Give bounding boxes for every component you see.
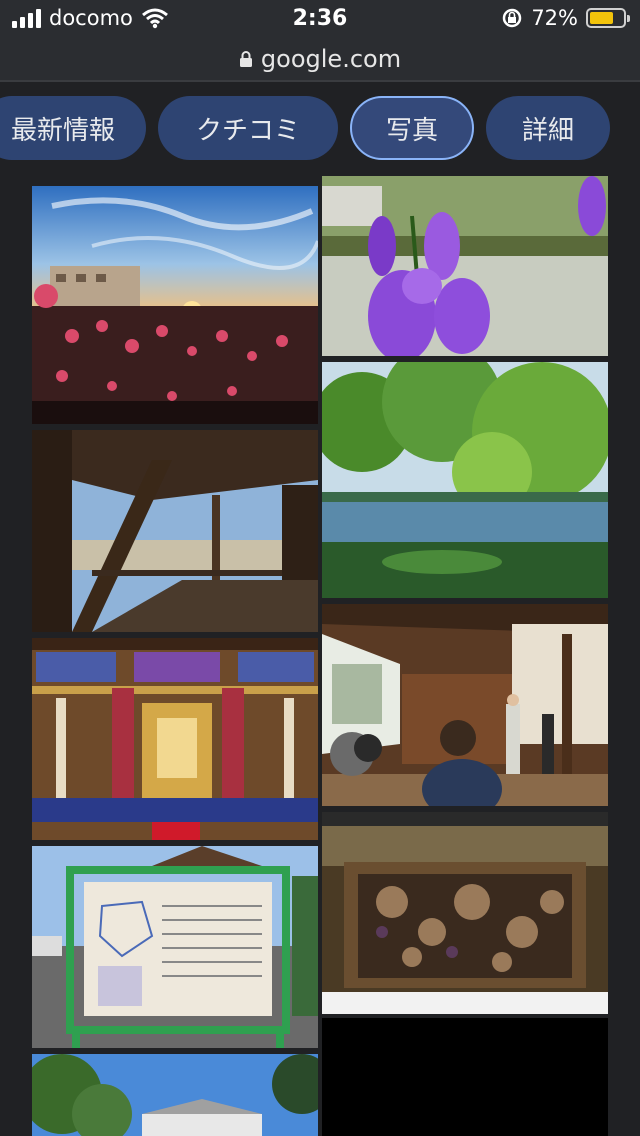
tab-details[interactable]: 詳細 xyxy=(486,96,610,160)
tab-latest[interactable]: 最新情報 xyxy=(0,96,146,160)
url-bar[interactable]: google.com xyxy=(0,38,640,80)
photo-hall-presentation[interactable] xyxy=(322,604,608,806)
tab-reviews[interactable]: クチコミ xyxy=(158,96,338,160)
rotation-lock-icon xyxy=(503,8,522,28)
empty-photo-slot xyxy=(322,1018,608,1136)
photo-trees-building[interactable] xyxy=(32,1054,318,1136)
status-right: 72% xyxy=(501,6,630,30)
photo-iris[interactable] xyxy=(322,176,608,356)
battery-percent: 72% xyxy=(531,6,578,30)
tab-latest-label: 最新情報 xyxy=(10,115,115,146)
photo-pond[interactable] xyxy=(322,362,608,598)
photo-sunset-flowers[interactable] xyxy=(32,186,318,424)
photo-wood-carving[interactable] xyxy=(322,812,608,1014)
tab-details-label: 詳細 xyxy=(521,115,574,146)
photo-temple-altar[interactable] xyxy=(32,638,318,840)
photo-signboard[interactable] xyxy=(32,846,318,1048)
tab-reviews-label: クチコミ xyxy=(195,115,300,146)
battery-icon xyxy=(586,8,630,28)
tab-photos[interactable]: 写真 xyxy=(350,96,474,160)
url-text: google.com xyxy=(260,45,402,73)
status-bar: docomo 2:36 72% xyxy=(0,0,640,42)
tab-strip: 最新情報 クチコミ 写真 詳細 xyxy=(0,82,640,176)
photo-wooden-corridor[interactable] xyxy=(32,430,318,632)
lock-icon xyxy=(239,51,252,67)
tab-photos-label: 写真 xyxy=(385,115,438,146)
